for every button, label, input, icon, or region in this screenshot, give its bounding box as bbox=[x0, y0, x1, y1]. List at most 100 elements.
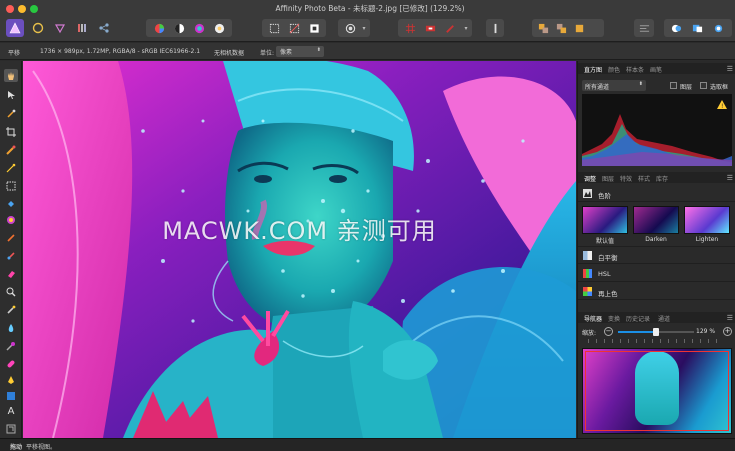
channel-select[interactable]: 所有通道 ⬍ bbox=[582, 80, 646, 91]
boolean-intersect-icon[interactable] bbox=[709, 19, 727, 37]
zoom-slider-knob[interactable] bbox=[653, 328, 659, 336]
zoom-tool-icon[interactable] bbox=[4, 422, 18, 435]
selection-checkbox[interactable] bbox=[700, 82, 707, 89]
sponge-tool-icon[interactable] bbox=[4, 339, 18, 352]
color-wheel-icon[interactable] bbox=[150, 19, 168, 37]
liquify-persona-icon[interactable] bbox=[30, 19, 46, 37]
export-persona-icon[interactable] bbox=[96, 19, 112, 37]
white-balance-row[interactable]: 白平衡 bbox=[578, 247, 735, 264]
status-text: 平移视图。 bbox=[26, 444, 57, 451]
mask-mode-icon[interactable] bbox=[421, 19, 439, 37]
camera-data[interactable]: 无相机数据 bbox=[214, 48, 244, 57]
gradient-tool-icon[interactable] bbox=[4, 213, 18, 226]
zoom-value[interactable]: 129 % bbox=[696, 328, 715, 335]
levels-row[interactable]: 色阶 bbox=[578, 185, 735, 202]
close-window-button[interactable] bbox=[6, 5, 14, 13]
white-balance-label: 白平衡 bbox=[598, 254, 618, 262]
tab-stock[interactable]: 库存 bbox=[656, 174, 668, 183]
histogram-tabs: 直方图 颜色 样本条 画笔 ☰ bbox=[578, 63, 735, 74]
unit-select[interactable]: 像素 ⬍ bbox=[276, 46, 324, 57]
preset-thumb-lighten[interactable] bbox=[684, 206, 730, 234]
arrange-backward-icon[interactable] bbox=[552, 19, 570, 37]
healing-brush-icon[interactable] bbox=[4, 357, 18, 370]
context-toolbar: 平移 1736 × 989px, 1.72MP, RGBA/8 - sRGB I… bbox=[0, 43, 735, 60]
boolean-add-icon[interactable] bbox=[667, 19, 685, 37]
layer-checkbox[interactable] bbox=[670, 82, 677, 89]
hand-tool-icon[interactable] bbox=[4, 69, 18, 82]
zoom-in-icon[interactable]: + bbox=[723, 327, 732, 336]
align-icon[interactable] bbox=[635, 19, 653, 37]
mode-dropdown-icon[interactable]: ▾ bbox=[461, 19, 471, 37]
white-balance-icon[interactable] bbox=[210, 19, 228, 37]
deselect-icon[interactable] bbox=[285, 19, 303, 37]
tab-adjustments[interactable]: 调整 bbox=[584, 174, 596, 183]
navigator-preview[interactable] bbox=[582, 348, 732, 434]
preset-thumb-default[interactable] bbox=[582, 206, 628, 234]
navigator-viewport[interactable] bbox=[585, 351, 729, 431]
tab-styles[interactable]: 样式 bbox=[638, 174, 650, 183]
color-picker-icon[interactable] bbox=[4, 107, 18, 120]
artwork bbox=[23, 61, 576, 438]
image-canvas[interactable]: MACWK.COM 亲测可用 bbox=[23, 61, 576, 438]
crop-tool-icon[interactable] bbox=[4, 125, 18, 138]
shape-tool-icon[interactable] bbox=[4, 389, 18, 402]
tab-transform[interactable]: 变换 bbox=[608, 314, 620, 323]
levels-presets: 默认值 Darken Lighten bbox=[578, 203, 735, 247]
minimize-window-button[interactable] bbox=[18, 5, 26, 13]
histogram-graph: ! bbox=[582, 94, 732, 166]
tab-channels[interactable]: 通道 bbox=[658, 314, 670, 323]
grid-icon[interactable] bbox=[401, 19, 419, 37]
zoom-out-icon[interactable]: − bbox=[604, 327, 613, 336]
zoom-slider[interactable] bbox=[618, 328, 694, 336]
panel-menu-icon[interactable]: ☰ bbox=[727, 314, 733, 322]
levels-label: 色阶 bbox=[598, 192, 611, 200]
tab-color[interactable]: 颜色 bbox=[608, 65, 620, 74]
channel-chevron-icon: ⬍ bbox=[638, 81, 643, 87]
dodge-tool-icon[interactable] bbox=[4, 303, 18, 316]
arrange-forward-icon[interactable] bbox=[570, 19, 588, 37]
marquee-tool-icon[interactable] bbox=[4, 179, 18, 192]
contrast-icon[interactable] bbox=[170, 19, 188, 37]
marquee-icon[interactable] bbox=[265, 19, 283, 37]
flood-select-icon[interactable] bbox=[4, 161, 18, 174]
quick-mask-dropdown-icon[interactable]: ▾ bbox=[359, 19, 369, 37]
color-replace-icon[interactable] bbox=[4, 249, 18, 262]
blur-tool-icon[interactable] bbox=[4, 321, 18, 334]
clone-tool-icon[interactable] bbox=[4, 285, 18, 298]
unit-value: 像素 bbox=[280, 49, 293, 56]
selection-brush-icon[interactable] bbox=[4, 143, 18, 156]
tone-mapping-persona-icon[interactable] bbox=[74, 19, 90, 37]
arrange-back-icon[interactable] bbox=[534, 19, 552, 37]
tab-navigator[interactable]: 导航器 bbox=[584, 314, 602, 323]
develop-persona-icon[interactable] bbox=[52, 19, 68, 37]
recolor-icon bbox=[583, 287, 592, 296]
maximize-window-button[interactable] bbox=[30, 5, 38, 13]
fill-tool-icon[interactable] bbox=[4, 197, 18, 210]
tab-effects[interactable]: 特效 bbox=[620, 174, 632, 183]
tab-history[interactable]: 历史记录 bbox=[626, 314, 650, 323]
tab-layers[interactable]: 图层 bbox=[602, 174, 614, 183]
color-balance-icon[interactable] bbox=[190, 19, 208, 37]
eraser-icon[interactable] bbox=[4, 267, 18, 280]
quick-mask-icon[interactable] bbox=[341, 19, 359, 37]
recolor-row[interactable]: 再上色 bbox=[578, 283, 735, 300]
pen-tool-icon[interactable] bbox=[4, 373, 18, 386]
panel-menu-icon[interactable]: ☰ bbox=[727, 65, 733, 73]
white-balance-icon bbox=[583, 251, 592, 260]
invert-selection-icon[interactable] bbox=[305, 19, 323, 37]
tab-histogram[interactable]: 直方图 bbox=[584, 65, 602, 74]
photo-persona-icon[interactable] bbox=[6, 19, 24, 37]
window-title: Affinity Photo Beta - 未标题-2.jpg [已修改] (1… bbox=[275, 4, 465, 13]
status-action: 拖动 bbox=[10, 444, 23, 451]
paint-brush-icon[interactable] bbox=[4, 231, 18, 244]
panel-menu-icon[interactable]: ☰ bbox=[727, 174, 733, 182]
tab-swatches[interactable]: 样本条 bbox=[626, 65, 644, 74]
text-tool-icon[interactable]: A bbox=[4, 405, 18, 418]
tab-brushes[interactable]: 画笔 bbox=[650, 65, 662, 74]
snapping-icon[interactable] bbox=[486, 19, 504, 37]
boolean-subtract-icon[interactable] bbox=[688, 19, 706, 37]
move-tool-icon[interactable] bbox=[4, 88, 18, 101]
preset-thumb-darken[interactable] bbox=[633, 206, 679, 234]
hsl-row[interactable]: HSL bbox=[578, 265, 735, 282]
brush-mode-icon[interactable] bbox=[441, 19, 459, 37]
